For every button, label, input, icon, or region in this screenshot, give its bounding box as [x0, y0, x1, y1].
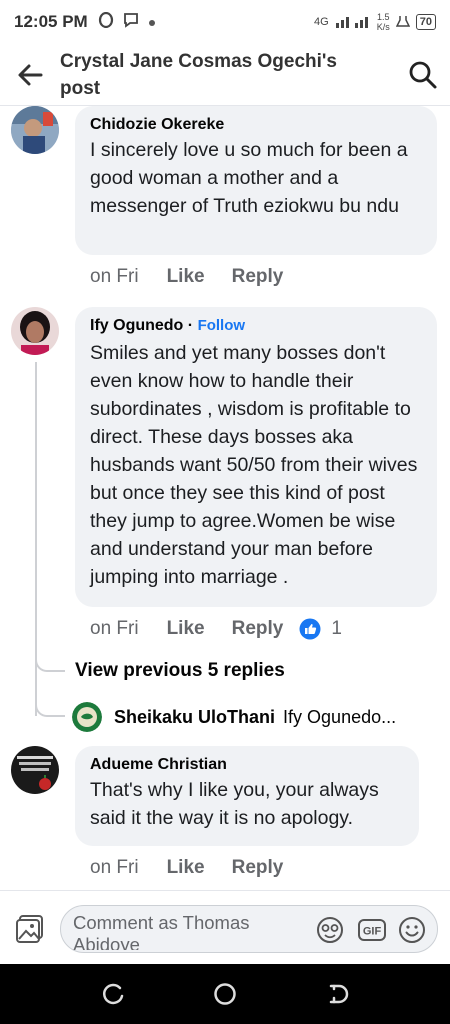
reply-author[interactable]: Sheikaku UloThani — [114, 707, 275, 728]
comment-actions: on Fri Like Reply — [90, 857, 283, 879]
dot-icon — [148, 14, 156, 31]
status-bar: 12:05 PM 4G 1.5 K/s 70 — [0, 0, 450, 44]
avatar[interactable] — [72, 702, 102, 732]
comment-author[interactable]: Ify Ogunedo — [90, 317, 183, 334]
reply-text: Ify Ogunedo... — [283, 706, 397, 727]
battery-icon: 70 — [415, 14, 436, 30]
comment-composer: Comment as Thomas Abidoye GIF — [0, 890, 450, 964]
follow-button[interactable]: Follow — [198, 317, 246, 334]
reaction-count: 1 — [331, 618, 342, 639]
back-arrow-icon — [18, 64, 43, 85]
comment-actions: on Fri Like Reply 1 — [90, 618, 342, 640]
comment-text: That's why I like you, your always said … — [90, 779, 379, 829]
like-button[interactable]: Like — [167, 266, 205, 288]
gif-label: GIF — [363, 926, 382, 938]
comment-text: Smiles and yet many bosses don't even kn… — [90, 342, 418, 588]
comment-bubble[interactable]: Ify Ogunedo · Follow Smiles and yet many… — [75, 307, 437, 607]
comment-bubble[interactable]: Adueme Christian That's why I like you, … — [75, 746, 419, 846]
system-navigation-bar — [0, 964, 450, 1024]
reply-button[interactable]: Reply — [232, 618, 284, 640]
top-app-bar: Crystal Jane Cosmas Ogechi's post — [0, 44, 450, 106]
like-button[interactable]: Like — [167, 857, 205, 879]
comment-author[interactable]: Adueme Christian — [90, 754, 405, 776]
separator-dot: · — [187, 317, 198, 334]
comment-bubble[interactable]: Chidozie Okereke I sincerely love u so m… — [75, 106, 437, 255]
home-icon — [214, 983, 236, 1005]
status-time: 12:05 PM — [14, 12, 88, 31]
comment-time[interactable]: on Fri — [90, 618, 139, 640]
thread-branch — [35, 650, 65, 672]
signal-icon — [335, 14, 371, 31]
status-indicators: 4G 1.5 K/s 70 — [314, 12, 436, 32]
view-previous-replies-link[interactable]: View previous 5 replies — [75, 660, 285, 682]
back-system-button[interactable] — [324, 980, 352, 1008]
comment-placeholder: Comment as Thomas Abidoye — [73, 912, 250, 950]
avatar-sticker-icon — [317, 917, 343, 943]
gif-icon: GIF — [358, 919, 386, 941]
reply-preview[interactable]: Sheikaku UloThani Ify Ogunedo... — [72, 702, 396, 732]
like-reaction-icon — [299, 618, 321, 640]
add-photo-button[interactable] — [14, 913, 46, 945]
thread-branch — [35, 695, 65, 717]
avatar[interactable] — [11, 307, 59, 355]
emoji-button[interactable] — [397, 915, 427, 945]
home-button[interactable] — [211, 980, 239, 1008]
comment-input[interactable]: Comment as Thomas Abidoye GIF — [60, 905, 438, 953]
screen: 12:05 PM 4G 1.5 K/s 70 Crystal Jane Cosm… — [0, 0, 450, 1024]
emoji-icon — [399, 917, 425, 943]
data-speed-value: 1.5 — [376, 12, 390, 22]
data-speed-unit: K/s — [376, 22, 390, 32]
like-button[interactable]: Like — [167, 618, 205, 640]
opera-icon — [98, 11, 114, 32]
alarm-icon — [395, 14, 410, 31]
search-button[interactable] — [408, 60, 438, 90]
back-button[interactable] — [0, 44, 60, 106]
comment-actions: on Fri Like Reply — [90, 266, 283, 288]
photo-icon — [16, 915, 43, 943]
comment-time[interactable]: on Fri — [90, 266, 139, 288]
comment-time[interactable]: on Fri — [90, 857, 139, 879]
gif-button[interactable]: GIF — [357, 915, 387, 945]
page-title: Crystal Jane Cosmas Ogechi's post — [60, 50, 337, 99]
reply-button[interactable]: Reply — [232, 266, 284, 288]
recent-apps-icon — [102, 983, 124, 1005]
data-speed: 1.5 K/s — [377, 12, 390, 32]
avatar-sticker-button[interactable] — [315, 915, 345, 945]
back-system-icon — [329, 984, 349, 1004]
recent-apps-button[interactable] — [100, 980, 128, 1008]
search-icon — [409, 61, 437, 89]
messenger-notification-icon — [122, 12, 140, 32]
avatar[interactable] — [11, 106, 59, 154]
comment-author[interactable]: Chidozie Okereke — [90, 114, 423, 136]
reaction-summary[interactable]: 1 — [299, 618, 342, 640]
avatar[interactable] — [11, 746, 59, 794]
reply-button[interactable]: Reply — [232, 857, 284, 879]
network-type: 4G — [314, 16, 329, 28]
comment-author-line: Ify Ogunedo · Follow — [90, 315, 423, 337]
comment-text: I sincerely love u so much for been a go… — [90, 139, 408, 217]
